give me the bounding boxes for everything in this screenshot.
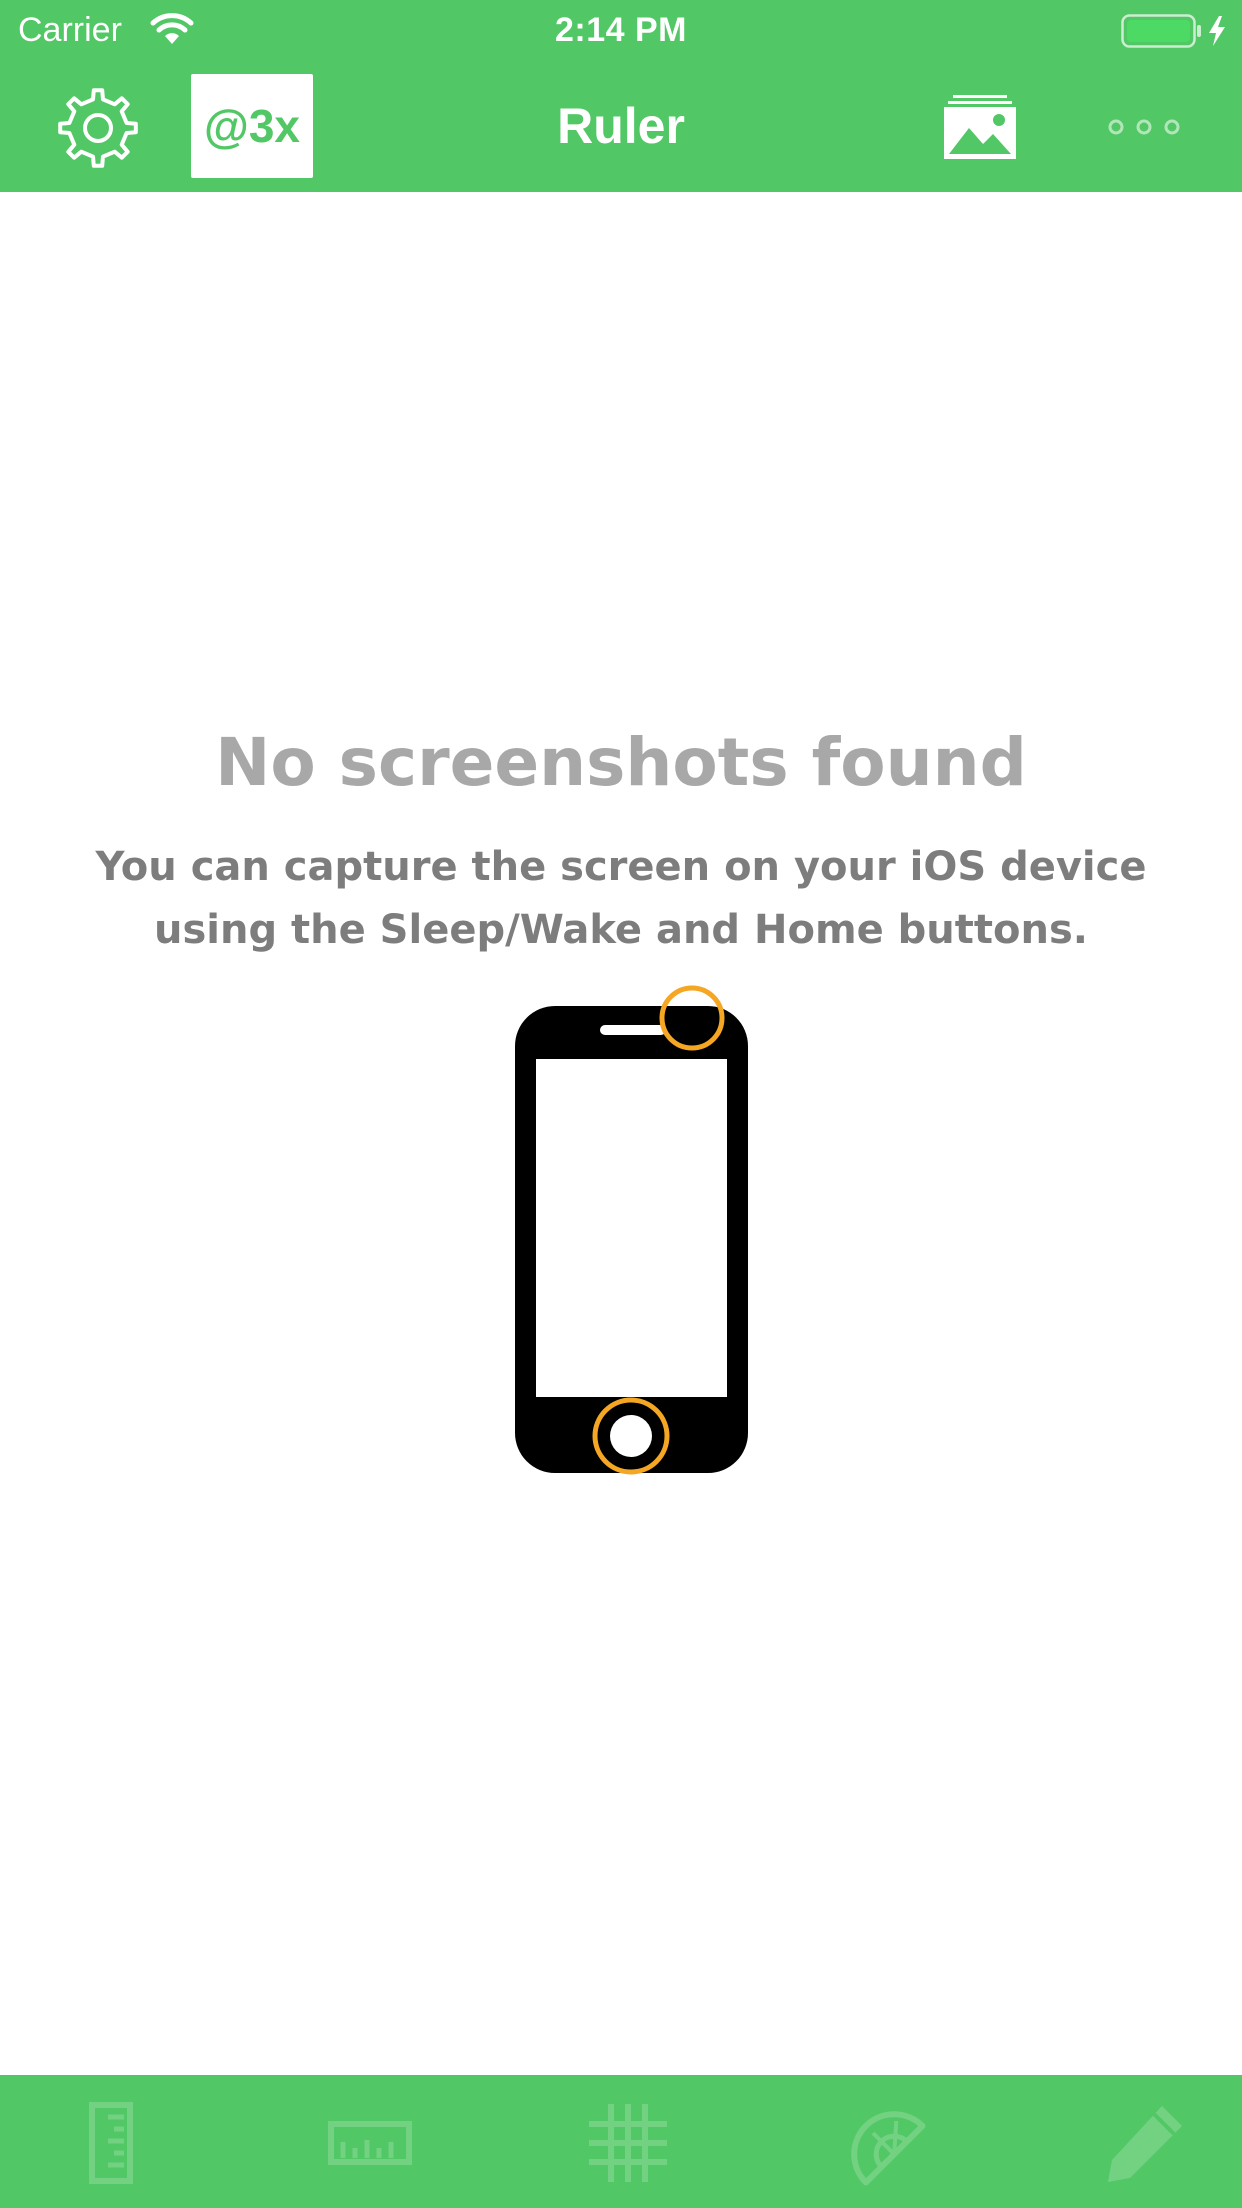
status-time: 2:14 PM <box>555 11 687 49</box>
tab-vertical-ruler[interactable] <box>66 2100 156 2186</box>
phone-buttons-icon <box>500 980 760 1480</box>
more-button[interactable] <box>1104 112 1184 142</box>
tab-draw[interactable] <box>1100 2100 1190 2186</box>
empty-state-title: No screenshots found <box>215 724 1027 801</box>
scale-button[interactable]: @3x <box>191 74 313 178</box>
tab-bar <box>0 2075 1242 2208</box>
photo-library-icon <box>943 95 1017 164</box>
vertical-ruler-icon <box>66 2100 156 2186</box>
tab-horizontal-ruler[interactable] <box>325 2100 415 2186</box>
tab-protractor[interactable] <box>840 2100 930 2186</box>
empty-state-message: You can capture the screen on your iOS d… <box>95 844 1147 953</box>
navigation-bar: @3x Ruler <box>0 60 1242 192</box>
protractor-icon <box>840 2100 930 2186</box>
tab-grid[interactable] <box>583 2100 673 2186</box>
page-title: Ruler <box>557 98 685 154</box>
pencil-icon <box>1100 2100 1190 2186</box>
gear-icon <box>56 88 140 174</box>
battery-charging-icon <box>1121 14 1233 52</box>
grid-icon <box>583 2100 673 2186</box>
ellipsis-icon <box>1104 119 1184 146</box>
gallery-button[interactable] <box>943 94 1017 160</box>
status-bar: Carrier 2:14 PM <box>0 0 1242 60</box>
top-bar: Carrier 2:14 PM @3x Ruler <box>0 0 1242 192</box>
settings-button[interactable] <box>56 86 140 170</box>
horizontal-ruler-icon <box>325 2100 415 2186</box>
